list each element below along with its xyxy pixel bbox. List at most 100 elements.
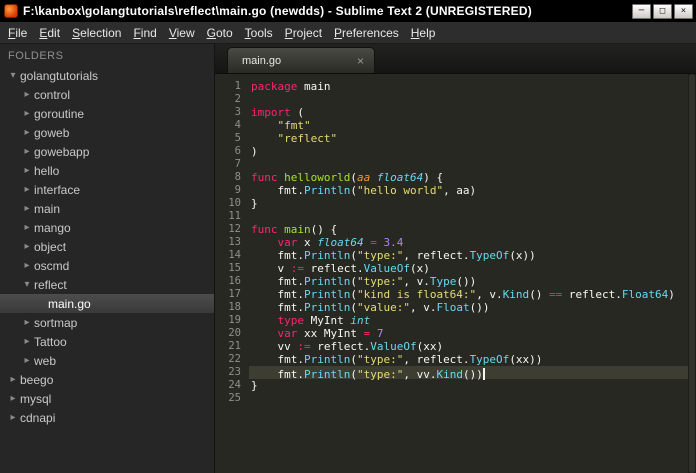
menu-find[interactable]: Find — [127, 23, 162, 43]
chevron-right-icon[interactable]: ▸ — [20, 222, 34, 233]
folder-item-golangtutorials[interactable]: ▾ golangtutorials — [0, 66, 214, 85]
menu-project[interactable]: Project — [279, 23, 328, 43]
code-line-5[interactable]: "reflect" — [249, 132, 696, 145]
app-icon — [4, 4, 18, 18]
close-icon[interactable]: × — [357, 55, 364, 67]
chevron-right-icon[interactable]: ▸ — [20, 127, 34, 138]
chevron-down-icon[interactable]: ▾ — [20, 279, 34, 290]
token-pl: reflect. — [304, 262, 364, 275]
folder-item-object[interactable]: ▸ object — [0, 237, 214, 256]
code-line-23[interactable]: fmt.Println("type:", vv.Kind()) — [249, 366, 696, 381]
folder-item-oscmd[interactable]: ▸ oscmd — [0, 256, 214, 275]
line-number: 21 — [228, 340, 241, 352]
menu-goto[interactable]: Goto — [201, 23, 239, 43]
code-line-7[interactable] — [249, 158, 696, 171]
token-ca: Println — [303, 353, 351, 366]
menu-tools[interactable]: Tools — [239, 23, 279, 43]
maximize-button[interactable]: □ — [653, 3, 672, 19]
chevron-right-icon[interactable]: ▸ — [20, 317, 34, 328]
chevron-right-icon[interactable]: ▸ — [6, 412, 20, 423]
token-pl: ()) — [469, 301, 490, 314]
code-line-14[interactable]: fmt.Println("type:", reflect.TypeOf(x)) — [249, 249, 696, 262]
token-pl: (xx) — [416, 340, 444, 353]
token-pl: ( — [290, 106, 304, 119]
folder-item-cdnapi[interactable]: ▸ cdnapi — [0, 408, 214, 427]
scrollbar[interactable] — [688, 74, 696, 473]
scrollbar-thumb[interactable] — [689, 74, 695, 473]
code-line-13[interactable]: var x float64 = 3.4 — [249, 236, 696, 249]
folder-item-sortmap[interactable]: ▸ sortmap — [0, 313, 214, 332]
close-button[interactable]: × — [674, 3, 693, 19]
code-line-8[interactable]: func helloworld(aa float64) { — [249, 171, 696, 184]
code-line-10[interactable]: } — [249, 197, 696, 210]
chevron-right-icon[interactable]: ▸ — [20, 184, 34, 195]
token-pl: ) { — [423, 171, 444, 184]
folder-item-interface[interactable]: ▸ interface — [0, 180, 214, 199]
code-line-4[interactable]: "fmt" — [249, 119, 696, 132]
menu-preferences[interactable]: Preferences — [328, 23, 405, 43]
tree-item-label: golangtutorials — [20, 68, 99, 83]
token-ca: Println — [303, 184, 351, 197]
code-line-18[interactable]: fmt.Println("value:", v.Float()) — [249, 301, 696, 314]
chevron-right-icon[interactable]: ▸ — [20, 203, 34, 214]
code-line-11[interactable] — [249, 210, 696, 223]
menu-file[interactable]: File — [2, 23, 33, 43]
chevron-right-icon[interactable]: ▸ — [20, 146, 34, 157]
menu-edit[interactable]: Edit — [33, 23, 66, 43]
titlebar[interactable]: F:\kanbox\golangtutorials\reflect\main.g… — [0, 0, 696, 22]
code-line-20[interactable]: var xx MyInt = 7 — [249, 327, 696, 340]
token-pl: fmt. — [251, 368, 304, 381]
chevron-right-icon[interactable]: ▸ — [20, 165, 34, 176]
code-line-22[interactable]: fmt.Println("type:", reflect.TypeOf(xx)) — [249, 353, 696, 366]
chevron-right-icon[interactable]: ▸ — [20, 260, 34, 271]
folder-item-tattoo[interactable]: ▸ Tattoo — [0, 332, 214, 351]
code-line-16[interactable]: fmt.Println("type:", v.Type()) — [249, 275, 696, 288]
folder-item-mysql[interactable]: ▸ mysql — [0, 389, 214, 408]
line-number: 13 — [228, 236, 241, 248]
code-line-15[interactable]: v := reflect.ValueOf(x) — [249, 262, 696, 275]
folder-item-reflect[interactable]: ▾ reflect — [0, 275, 214, 294]
code-line-1[interactable]: package main — [249, 80, 696, 93]
token-pl: ) — [251, 145, 258, 158]
menu-help[interactable]: Help — [405, 23, 442, 43]
chevron-right-icon[interactable]: ▸ — [20, 89, 34, 100]
chevron-right-icon[interactable]: ▸ — [6, 374, 20, 385]
folder-item-control[interactable]: ▸ control — [0, 85, 214, 104]
code-line-19[interactable]: type MyInt int — [249, 314, 696, 327]
token-pl: ( — [350, 184, 357, 197]
code-area[interactable]: 1 2 3 4 5 6 7 8 9 10 11 12 13 14 15 16 17 18 19 20 21 22 23 24 2… — [215, 74, 696, 473]
chevron-right-icon[interactable]: ▸ — [20, 241, 34, 252]
code-line-12[interactable]: func main() { — [249, 223, 696, 236]
menu-selection[interactable]: Selection — [66, 23, 127, 43]
folder-item-mango[interactable]: ▸ mango — [0, 218, 214, 237]
chevron-right-icon[interactable]: ▸ — [20, 336, 34, 347]
token-fn: helloworld — [277, 171, 351, 184]
chevron-right-icon[interactable]: ▸ — [20, 108, 34, 119]
menu-view[interactable]: View — [163, 23, 201, 43]
tab-main-go[interactable]: main.go × — [227, 47, 375, 73]
minimize-button[interactable]: ─ — [632, 3, 651, 19]
code-line-6[interactable]: ) — [249, 145, 696, 158]
token-ca: TypeOf — [469, 353, 510, 366]
token-num: 3.4 — [383, 236, 404, 249]
chevron-right-icon[interactable]: ▸ — [6, 393, 20, 404]
code-line-9[interactable]: fmt.Println("hello world", aa) — [249, 184, 696, 197]
folder-item-hello[interactable]: ▸ hello — [0, 161, 214, 180]
folder-item-gowebapp[interactable]: ▸ gowebapp — [0, 142, 214, 161]
code-line-2[interactable] — [249, 93, 696, 106]
chevron-right-icon[interactable]: ▸ — [20, 355, 34, 366]
chevron-down-icon[interactable]: ▾ — [6, 70, 20, 81]
code-line-21[interactable]: vv := reflect.ValueOf(xx) — [249, 340, 696, 353]
folder-item-main[interactable]: ▸ main — [0, 199, 214, 218]
folder-item-goweb[interactable]: ▸ goweb — [0, 123, 214, 142]
line-number: 23 — [228, 366, 241, 378]
file-item-main.go[interactable]: main.go — [0, 294, 214, 313]
code-line-3[interactable]: import ( — [249, 106, 696, 119]
folder-item-beego[interactable]: ▸ beego — [0, 370, 214, 389]
code-line-17[interactable]: fmt.Println("kind is float64:", v.Kind()… — [249, 288, 696, 301]
code-line-25[interactable] — [249, 392, 696, 405]
folder-item-goroutine[interactable]: ▸ goroutine — [0, 104, 214, 123]
folder-item-web[interactable]: ▸ web — [0, 351, 214, 370]
